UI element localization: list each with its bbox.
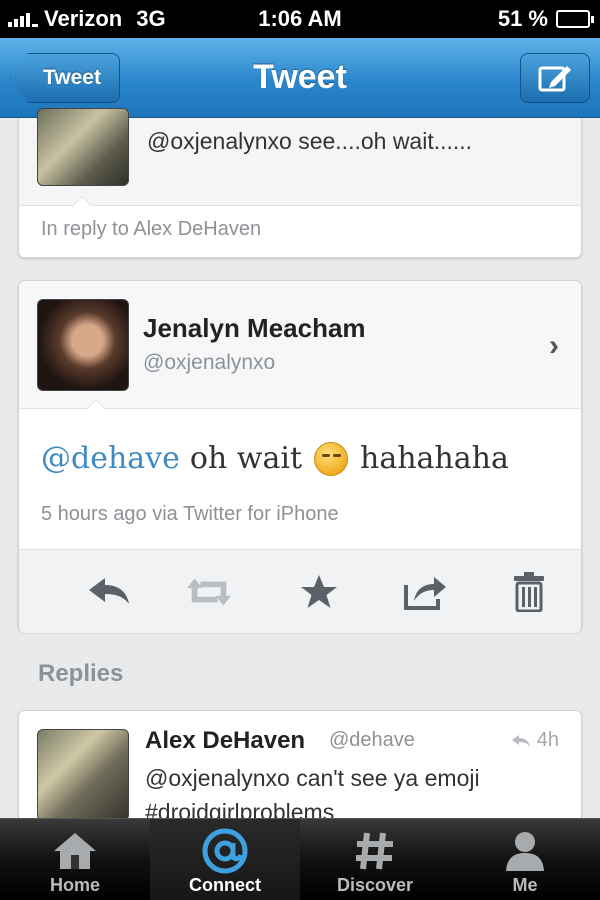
compose-icon (538, 66, 571, 92)
previous-tweet-header: @oxjenalynxo see....oh wait...... (19, 108, 581, 206)
in-reply-to-link[interactable]: In reply to Alex DeHaven (41, 218, 261, 241)
page-title: Tweet (253, 58, 347, 96)
chevron-right-icon[interactable]: › (549, 329, 559, 363)
at-icon (200, 827, 250, 875)
reply-text-line: @oxjenalynxo can't see ya emoji (145, 765, 480, 791)
tab-bar: Home Connect Discover Me (0, 818, 600, 900)
favorite-icon (301, 575, 337, 608)
tweet-author-row[interactable]: Jenalyn Meacham @oxjenalynxo › (19, 281, 581, 409)
reply-arrow-icon (511, 734, 530, 747)
navigation-bar: Tweet Tweet (0, 38, 600, 118)
tweet-text-part: oh wait (189, 441, 303, 476)
avatar[interactable] (37, 299, 129, 391)
favorite-button[interactable] (295, 570, 343, 614)
retweet-icon (186, 578, 232, 606)
reply-time-text: 4h (536, 729, 559, 751)
status-right: 51 % (497, 6, 594, 32)
avatar[interactable] (37, 108, 129, 186)
replies-heading: Replies (38, 660, 124, 687)
delete-icon (514, 572, 544, 612)
tweet-text-part: hahahaha (360, 441, 509, 476)
share-icon (404, 577, 446, 610)
main-tweet-card: Jenalyn Meacham @oxjenalynxo › @dehave o… (18, 280, 582, 633)
tab-label: Discover (336, 875, 414, 895)
tab-label: Home (49, 875, 100, 895)
smirk-emoji-icon (314, 441, 349, 476)
tab-connect[interactable]: Connect (150, 819, 300, 900)
retweet-button[interactable] (185, 570, 233, 614)
delete-button[interactable] (505, 570, 553, 614)
battery-icon (556, 10, 594, 28)
author-name: Jenalyn Meacham (143, 313, 366, 343)
tweet-text: @dehave oh wait hahahaha (41, 441, 509, 476)
reply-author-handle: @dehave (329, 729, 415, 751)
mention-link[interactable]: @dehave (41, 441, 180, 476)
battery-percent: 51 % (497, 6, 548, 31)
tab-me[interactable]: Me (450, 819, 600, 900)
hash-icon (350, 827, 400, 875)
tab-discover[interactable]: Discover (300, 819, 450, 900)
reply-icon (89, 578, 129, 604)
tweet-meta: 5 hours ago via Twitter for iPhone (41, 503, 339, 525)
reply-button[interactable] (85, 570, 133, 614)
compose-button[interactable] (520, 53, 590, 103)
tab-label: Connect (189, 875, 261, 895)
tab-label: Me (512, 875, 538, 895)
person-icon (500, 827, 550, 875)
reply-author-name: Alex DeHaven (145, 727, 306, 754)
home-icon (50, 827, 100, 875)
status-bar: Verizon 3G 1:06 AM 51 % (0, 0, 600, 38)
reply-time: 4h (511, 729, 559, 752)
tweet-actions (19, 549, 581, 633)
tab-home[interactable]: Home (0, 819, 150, 900)
share-button[interactable] (401, 570, 449, 614)
author-handle: @oxjenalynxo (143, 351, 276, 374)
previous-tweet-card[interactable]: @oxjenalynxo see....oh wait...... In rep… (18, 108, 582, 258)
avatar[interactable] (37, 729, 129, 821)
previous-tweet-text: @oxjenalynxo see....oh wait...... (147, 128, 473, 154)
